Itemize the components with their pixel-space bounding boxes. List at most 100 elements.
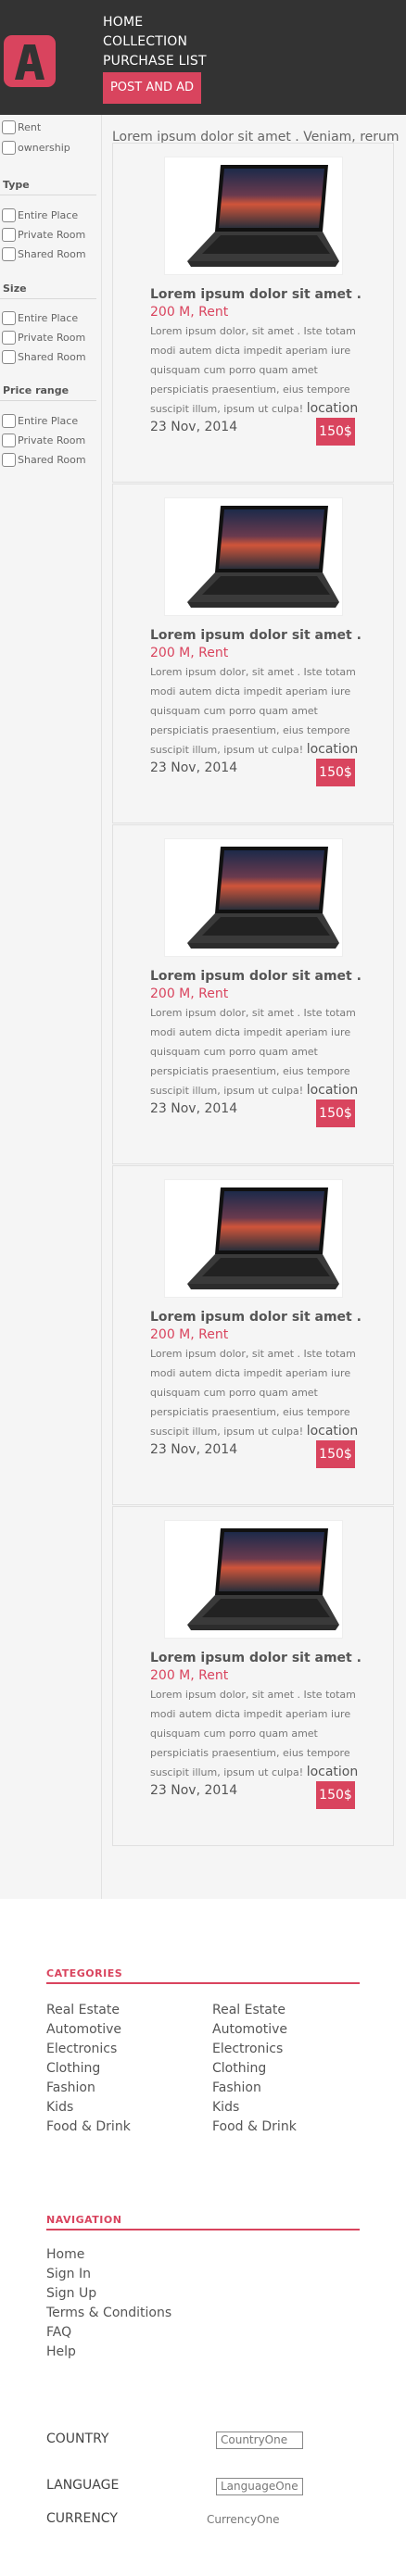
footer-link-home[interactable]: Home <box>46 2245 171 2265</box>
category-link[interactable]: Food & Drink <box>212 2117 297 2137</box>
divider <box>46 1982 360 1984</box>
footer-nav: Home Sign In Sign Up Terms & Conditions … <box>46 2245 171 2362</box>
categories-heading: CATEGORIES <box>46 1967 123 1979</box>
footer-link-help[interactable]: Help <box>46 2343 171 2362</box>
filter-price-shared[interactable]: Shared Room <box>2 453 86 467</box>
footer-link-sign-in[interactable]: Sign In <box>46 2265 171 2284</box>
category-link[interactable]: Real Estate <box>46 2001 131 2020</box>
price-badge[interactable]: 150$ <box>316 1100 355 1127</box>
card-location: location <box>306 1083 359 1098</box>
laptop-image[interactable] <box>164 1520 343 1639</box>
language-select[interactable]: LanguageOne <box>216 2478 303 2495</box>
checkbox[interactable] <box>2 228 16 242</box>
filter-type-shared[interactable]: Shared Room <box>2 247 86 261</box>
filter-price-entire[interactable]: Entire Place <box>2 414 78 428</box>
listing-card[interactable]: Lorem ipsum dolor sit amet . 200 M, Rent… <box>112 484 394 823</box>
checkbox[interactable] <box>2 350 16 364</box>
laptop-icon <box>187 1528 339 1630</box>
nav-collection[interactable]: COLLECTION <box>103 32 207 52</box>
category-link[interactable]: Automotive <box>212 2020 297 2040</box>
filter-size-shared[interactable]: Shared Room <box>2 350 86 364</box>
laptop-icon <box>187 847 339 949</box>
country-select[interactable]: CountryOne <box>216 2431 303 2449</box>
post-ad-button[interactable]: POST AND AD <box>103 72 201 104</box>
category-link[interactable]: Fashion <box>46 2079 131 2098</box>
checkbox[interactable] <box>2 331 16 345</box>
card-description: Lorem ipsum dolor, sit amet . Iste totam… <box>150 1007 359 1098</box>
currency-label: CURRENCY <box>46 2511 118 2526</box>
filter-type-private[interactable]: Private Room <box>2 228 85 242</box>
footer-link-faq[interactable]: FAQ <box>46 2323 171 2343</box>
listing-card[interactable]: Lorem ipsum dolor sit amet . 200 M, Rent… <box>112 1506 394 1846</box>
checkbox[interactable] <box>2 414 16 428</box>
nav-home[interactable]: HOME <box>103 13 207 32</box>
site-header: HOME COLLECTION PURCHASE LIST POST AND A… <box>0 0 406 115</box>
category-link[interactable]: Electronics <box>46 2040 131 2059</box>
footer-link-terms[interactable]: Terms & Conditions <box>46 2304 171 2323</box>
category-link[interactable]: Clothing <box>212 2059 297 2079</box>
category-link[interactable]: Electronics <box>212 2040 297 2059</box>
price-range-heading: Price range <box>3 384 70 396</box>
category-link[interactable]: Automotive <box>46 2020 131 2040</box>
card-description: Lorem ipsum dolor, sit amet . Iste totam… <box>150 1348 359 1439</box>
type-heading: Type <box>3 179 30 191</box>
checkbox[interactable] <box>2 208 16 222</box>
card-price: 200 M, Rent <box>150 1668 229 1683</box>
country-label: COUNTRY <box>46 2431 109 2446</box>
card-title[interactable]: Lorem ipsum dolor sit amet . <box>150 1310 362 1325</box>
card-description: Lorem ipsum dolor, sit amet . Iste totam… <box>150 666 359 757</box>
listing-card[interactable]: Lorem ipsum dolor sit amet . 200 M, Rent… <box>112 1165 394 1505</box>
checkbox[interactable] <box>2 453 16 467</box>
card-date: 23 Nov, 2014 <box>150 760 238 775</box>
card-title[interactable]: Lorem ipsum dolor sit amet . <box>150 628 362 643</box>
currency-select[interactable]: CurrencyOne <box>207 2513 280 2526</box>
filter-price-private[interactable]: Private Room <box>2 434 85 447</box>
divider <box>46 2229 360 2230</box>
footer-link-sign-up[interactable]: Sign Up <box>46 2284 171 2304</box>
checkbox[interactable] <box>2 141 16 155</box>
letter-a-logo-icon <box>15 44 44 80</box>
laptop-image[interactable] <box>164 1179 343 1298</box>
laptop-image[interactable] <box>164 497 343 616</box>
price-badge[interactable]: 150$ <box>316 1440 355 1468</box>
category-link[interactable]: Kids <box>46 2098 131 2117</box>
card-title[interactable]: Lorem ipsum dolor sit amet . <box>150 969 362 984</box>
site-footer: CATEGORIES Real Estate Automotive Electr… <box>0 1899 406 2576</box>
category-link[interactable]: Real Estate <box>212 2001 297 2020</box>
card-location: location <box>306 742 359 757</box>
nav-purchase-list[interactable]: PURCHASE LIST <box>103 52 207 71</box>
main-content: Rent ownership Type Entire Place Private… <box>0 115 406 1899</box>
language-label: LANGUAGE <box>46 2478 120 2493</box>
price-badge[interactable]: 150$ <box>316 1781 355 1809</box>
filter-rent[interactable]: Rent <box>2 120 41 134</box>
card-date: 23 Nov, 2014 <box>150 1783 238 1798</box>
card-title[interactable]: Lorem ipsum dolor sit amet . <box>150 1651 362 1665</box>
filter-type-entire[interactable]: Entire Place <box>2 208 78 222</box>
category-link[interactable]: Food & Drink <box>46 2117 131 2137</box>
filter-size-private[interactable]: Private Room <box>2 331 85 345</box>
checkbox[interactable] <box>2 434 16 447</box>
logo[interactable] <box>4 35 56 87</box>
category-link[interactable]: Kids <box>212 2098 297 2117</box>
category-link[interactable]: Clothing <box>46 2059 131 2079</box>
category-link[interactable]: Fashion <box>212 2079 297 2098</box>
checkbox[interactable] <box>2 120 16 134</box>
filter-size-entire[interactable]: Entire Place <box>2 311 78 325</box>
main-nav: HOME COLLECTION PURCHASE LIST <box>103 13 207 71</box>
price-badge[interactable]: 150$ <box>316 759 355 786</box>
listing-card[interactable]: Lorem ipsum dolor sit amet . 200 M, Rent… <box>112 824 394 1164</box>
divider <box>0 298 96 299</box>
price-badge[interactable]: 150$ <box>316 418 355 446</box>
checkbox[interactable] <box>2 311 16 325</box>
navigation-heading: NAVIGATION <box>46 2214 122 2226</box>
checkbox[interactable] <box>2 247 16 261</box>
laptop-image[interactable] <box>164 157 343 275</box>
card-price: 200 M, Rent <box>150 1327 229 1342</box>
card-location: location <box>306 1424 359 1439</box>
laptop-image[interactable] <box>164 838 343 957</box>
card-title[interactable]: Lorem ipsum dolor sit amet . <box>150 287 362 302</box>
filter-ownership[interactable]: ownership <box>2 141 70 155</box>
categories-list: Real Estate Automotive Electronics Cloth… <box>46 2001 131 2137</box>
listing-card[interactable]: Lorem ipsum dolor sit amet . 200 M, Rent… <box>112 143 394 483</box>
card-price: 200 M, Rent <box>150 305 229 320</box>
